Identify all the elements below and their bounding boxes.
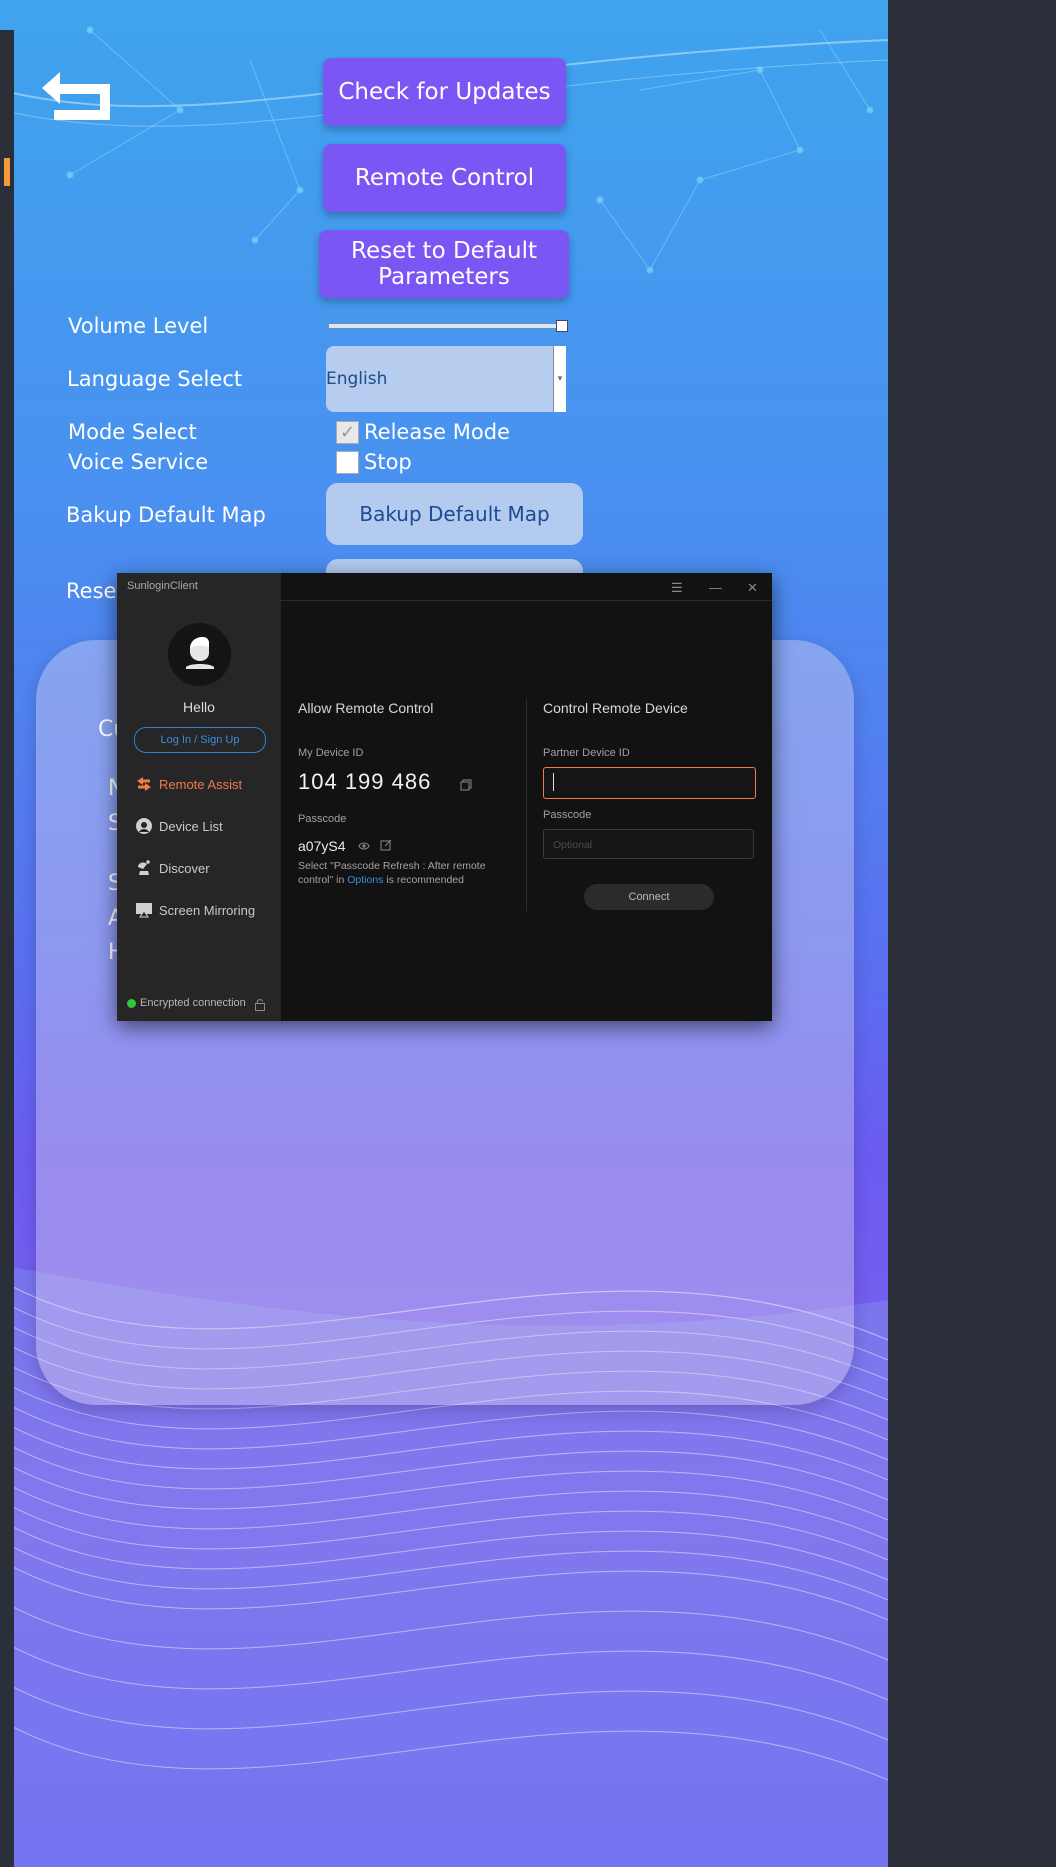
remote-passcode-label: Passcode (543, 809, 592, 821)
panel-divider (526, 699, 527, 911)
voice-service-label: Voice Service (68, 450, 209, 474)
nav-discover[interactable]: Discover (135, 857, 210, 879)
my-device-id: 104 199 486 (298, 769, 432, 794)
hint-text-end: is recommended (383, 874, 464, 886)
avatar[interactable] (168, 623, 231, 686)
language-select[interactable]: English ▾ (326, 346, 566, 412)
device-list-icon (136, 818, 152, 834)
remote-passcode-input[interactable]: Optional (543, 829, 754, 859)
partner-id-label: Partner Device ID (543, 747, 630, 759)
connect-button[interactable]: Connect (584, 884, 714, 910)
menu-icon[interactable]: ☰ (671, 580, 683, 596)
back-arrow-icon[interactable] (38, 66, 118, 126)
nav-label: Discover (159, 860, 210, 876)
window-title: SunloginClient (127, 580, 198, 592)
user-avatar-icon (186, 637, 214, 669)
mode-label: Mode Select (68, 420, 197, 444)
text-caret (553, 773, 554, 791)
lock-icon[interactable] (254, 998, 266, 1011)
my-device-id-label: My Device ID (298, 747, 364, 759)
login-signup-button[interactable]: Log In / Sign Up (134, 727, 266, 753)
sunlogin-window: SunloginClient Hello Log In / Sign Up Re… (117, 573, 772, 1021)
encrypted-status: Encrypted connection (127, 997, 246, 1009)
dropdown-arrow-icon[interactable]: ▾ (553, 346, 566, 412)
nav-device-list[interactable]: Device List (135, 815, 223, 837)
allow-remote-title: Allow Remote Control (298, 700, 434, 716)
volume-slider-thumb[interactable] (556, 320, 568, 332)
copy-icon[interactable] (460, 779, 472, 791)
language-label: Language Select (67, 367, 243, 391)
backup-map-label: Bakup Default Map (66, 503, 266, 527)
stop-label: Stop (364, 450, 412, 474)
passcode-label: Passcode (298, 813, 347, 825)
stop-checkbox[interactable] (336, 451, 359, 474)
sunlogin-sidebar: SunloginClient Hello Log In / Sign Up Re… (117, 573, 281, 1021)
edge-indicator (4, 158, 10, 186)
backup-map-button[interactable]: Bakup Default Map (326, 483, 583, 545)
nav-label: Screen Mirroring (159, 902, 256, 918)
release-mode-label: Release Mode (364, 420, 510, 444)
volume-label: Volume Level (68, 314, 209, 338)
left-edge-bar (0, 30, 14, 1867)
reset-defaults-button[interactable]: Reset to Default Parameters (319, 230, 569, 298)
title-divider (281, 600, 772, 601)
control-remote-title: Control Remote Device (543, 700, 688, 716)
release-mode-checkbox[interactable]: ✓ (336, 421, 359, 444)
passcode-hint: Select "Passcode Refresh : After remote … (298, 859, 508, 887)
remote-control-button[interactable]: Remote Control (323, 144, 566, 212)
nav-label: Device List (159, 818, 223, 834)
app-background: Check for Updates Remote Control Reset t… (0, 0, 888, 1867)
partner-device-id-input[interactable] (543, 767, 756, 799)
volume-slider-track[interactable] (328, 323, 564, 329)
screen-mirroring-icon (136, 903, 152, 918)
eye-icon[interactable] (358, 841, 370, 851)
minimize-icon[interactable]: — (709, 580, 722, 595)
discover-icon (138, 860, 150, 875)
reset-row-label: Reset (66, 579, 125, 603)
nav-remote-assist[interactable]: Remote Assist (135, 773, 242, 795)
options-link[interactable]: Options (347, 874, 383, 886)
encrypted-text: Encrypted connection (140, 997, 246, 1009)
nav-label: Remote Assist (159, 776, 243, 792)
passcode-value: a07yS4 (298, 838, 346, 854)
nav-screen-mirroring[interactable]: Screen Mirroring (135, 899, 255, 921)
language-select-value: English (326, 369, 388, 389)
greeting-text: Hello (183, 699, 215, 715)
remote-assist-icon (137, 777, 151, 791)
edit-icon[interactable] (380, 839, 392, 851)
close-icon[interactable]: ✕ (747, 580, 758, 596)
check-updates-button[interactable]: Check for Updates (323, 58, 566, 126)
status-dot-icon (127, 998, 136, 1008)
